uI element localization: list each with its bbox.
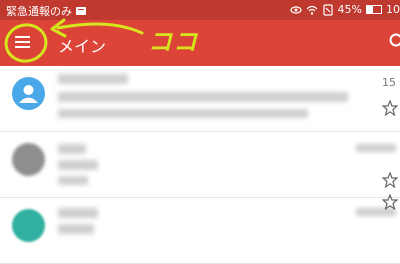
inbox-list: 15 <box>0 66 400 264</box>
page-title: メイン <box>58 33 106 57</box>
battery-percent: 45% <box>338 3 362 16</box>
annotation-text: ココ <box>148 22 198 57</box>
battery-level <box>367 6 373 13</box>
star-icon[interactable] <box>382 194 398 210</box>
person-icon <box>12 77 45 110</box>
list-item[interactable]: 15 <box>0 66 400 132</box>
snippet-redacted <box>58 176 88 185</box>
subject-redacted <box>58 224 94 234</box>
sender-redacted <box>58 208 98 218</box>
list-item[interactable] <box>0 132 400 198</box>
hamburger-menu-icon <box>15 36 30 38</box>
clock: 10 <box>386 3 400 16</box>
notification-icon <box>75 5 87 17</box>
status-right: 45% 10 <box>290 3 400 16</box>
status-left: 緊急通報のみ <box>6 3 87 19</box>
sim-icon <box>322 4 334 16</box>
star-icon[interactable] <box>382 100 398 116</box>
app-bar: メイン <box>0 20 400 66</box>
status-bar: 緊急通報のみ 45% 10 <box>0 0 400 20</box>
menu-icon-bar-bottom <box>15 46 30 48</box>
sender-redacted <box>58 144 86 154</box>
star-icon[interactable] <box>382 172 398 188</box>
menu-icon-bar-middle <box>15 41 30 43</box>
row-date: 15 <box>382 76 396 89</box>
subject-redacted <box>58 92 348 102</box>
avatar[interactable] <box>12 143 45 176</box>
snippet-redacted <box>58 109 308 118</box>
avatar[interactable] <box>12 77 45 110</box>
date-redacted <box>356 144 396 152</box>
search-icon[interactable] <box>388 32 400 52</box>
wifi-icon <box>306 4 318 16</box>
sender-redacted <box>58 74 128 84</box>
emergency-calls-only-text: 緊急通報のみ <box>6 3 72 19</box>
list-item[interactable] <box>0 198 400 264</box>
battery-icon <box>366 5 382 14</box>
eye-icon <box>290 4 302 16</box>
menu-button[interactable] <box>10 29 38 57</box>
subject-redacted <box>58 160 98 170</box>
avatar[interactable] <box>12 209 45 242</box>
